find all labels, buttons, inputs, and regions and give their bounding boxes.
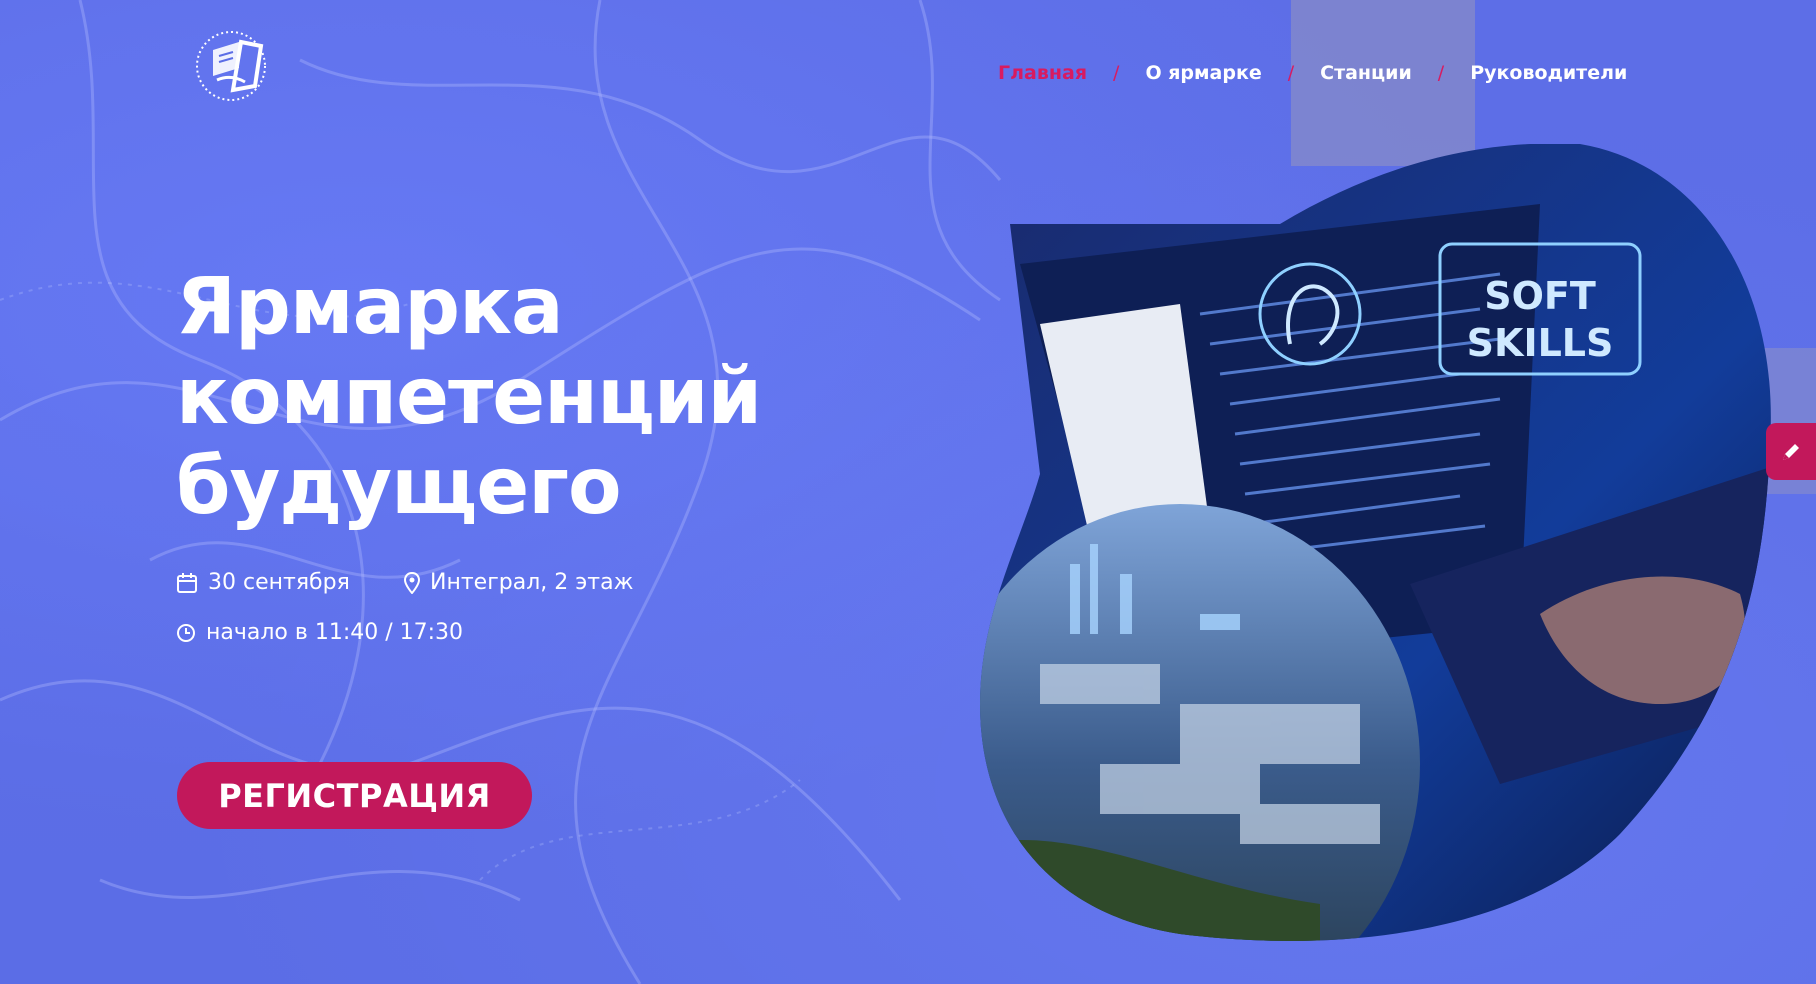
nav-stations[interactable]: Станции (1320, 62, 1412, 84)
nav-leaders[interactable]: Руководители (1470, 62, 1627, 84)
pencil-icon (1783, 443, 1799, 460)
event-date: 30 сентября (176, 570, 350, 595)
nav-separator: / (1437, 62, 1445, 84)
page-title: Ярмарка компетенций будущего (176, 262, 936, 532)
edit-button[interactable] (1766, 423, 1816, 480)
hero-image: SOFT SKILLS (980, 144, 1780, 944)
title-line: будущего (176, 442, 622, 532)
event-location-text: Интеграл, 2 этаж (430, 570, 634, 595)
main-nav: Главная / О ярмарке / Станции / Руководи… (998, 62, 1627, 84)
nav-separator: / (1287, 62, 1295, 84)
calendar-icon (177, 572, 197, 593)
title-line: компетенций (176, 352, 762, 442)
nav-about[interactable]: О ярмарке (1145, 62, 1261, 84)
event-time-text: начало в 11:40 / 17:30 (206, 620, 464, 645)
event-location: Интеграл, 2 этаж (404, 570, 633, 595)
clock-icon (177, 623, 195, 642)
svg-text:SKILLS: SKILLS (1467, 321, 1614, 365)
title-line: Ярмарка (176, 262, 564, 352)
nav-home[interactable]: Главная (998, 62, 1087, 84)
map-pin-icon (404, 571, 420, 594)
register-button[interactable]: РЕГИСТРАЦИЯ (177, 762, 532, 829)
event-time: начало в 11:40 / 17:30 (176, 620, 463, 645)
nav-separator: / (1113, 62, 1120, 84)
soft-skills-text: SOFT (1484, 274, 1596, 318)
university-logo[interactable] (193, 28, 273, 104)
event-date-text: 30 сентября (208, 570, 350, 595)
